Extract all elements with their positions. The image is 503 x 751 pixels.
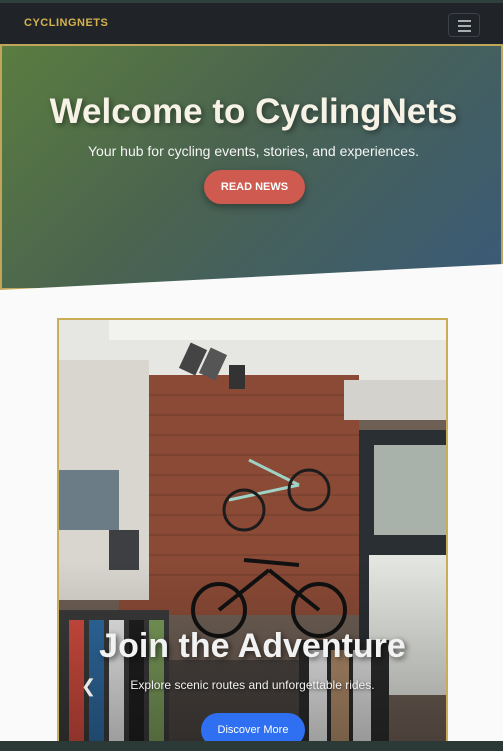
hero-section: Welcome to CyclingNets Your hub for cycl… — [0, 44, 503, 290]
menu-toggle-button[interactable] — [448, 13, 480, 37]
navbar: CYCLINGNETS — [0, 0, 503, 44]
hero-subtitle: Your hub for cycling events, stories, an… — [87, 143, 419, 159]
hamburger-menu-icon — [458, 20, 471, 22]
hero-title: Welcome to CyclingNets — [49, 92, 458, 131]
carousel-title: Join the Adventure — [99, 627, 406, 665]
carousel-slide: ❮ Join the Adventure Explore scenic rout… — [57, 318, 448, 741]
page-content: Welcome to CyclingNets Your hub for cycl… — [0, 44, 503, 741]
brand-logo[interactable]: CYCLINGNETS — [24, 17, 108, 29]
discover-more-button[interactable]: Discover More — [201, 713, 305, 741]
read-news-button[interactable]: READ NEWS — [204, 170, 305, 204]
carousel-subtitle: Explore scenic routes and unforgettable … — [130, 678, 375, 692]
